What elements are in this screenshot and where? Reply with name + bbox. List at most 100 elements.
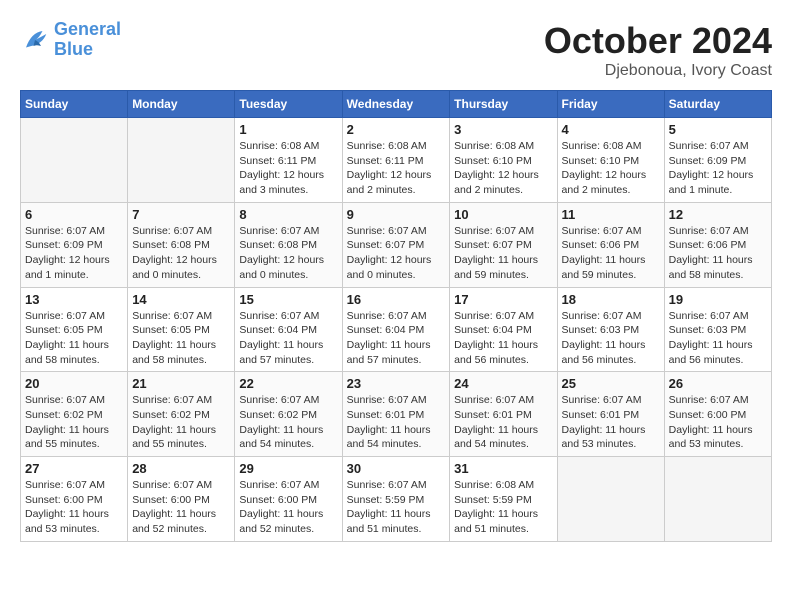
day-cell-3: 3 Sunrise: 6:08 AM Sunset: 6:10 PM Daylig… xyxy=(450,118,557,203)
empty-cell xyxy=(128,118,235,203)
day-cell-2: 2Sunrise: 6:08 AM Sunset: 6:11 PM Daylig… xyxy=(342,118,450,203)
day-number: 1 xyxy=(239,122,337,137)
day-info: Sunrise: 6:07 AM Sunset: 6:09 PM Dayligh… xyxy=(25,224,123,283)
empty-cell xyxy=(21,118,128,203)
day-cell-21: 21 Sunrise: 6:07 AM Sunset: 6:02 PM Dayli… xyxy=(128,372,235,457)
day-cell-28: 28 Sunrise: 6:07 AM Sunset: 6:00 PM Dayli… xyxy=(128,457,235,542)
weekday-header-sunday: Sunday xyxy=(21,91,128,118)
day-number: 17 xyxy=(454,292,552,307)
day-number: 18 xyxy=(562,292,660,307)
day-number: 27 xyxy=(25,461,123,476)
day-info: Sunrise: 6:07 AM Sunset: 6:01 PM Dayligh… xyxy=(347,393,446,452)
day-number: 8 xyxy=(239,207,337,222)
weekday-header-friday: Friday xyxy=(557,91,664,118)
week-row-5: 27 Sunrise: 6:07 AM Sunset: 6:00 PM Dayli… xyxy=(21,457,772,542)
weekday-header-row: SundayMondayTuesdayWednesdayThursdayFrid… xyxy=(21,91,772,118)
day-cell-15: 15 Sunrise: 6:07 AM Sunset: 6:04 PM Dayli… xyxy=(235,287,342,372)
day-number: 5 xyxy=(669,122,767,137)
day-number: 15 xyxy=(239,292,337,307)
day-info: Sunrise: 6:08 AM Sunset: 6:11 PM Dayligh… xyxy=(239,139,337,198)
day-number: 26 xyxy=(669,376,767,391)
logo: General Blue xyxy=(20,20,121,60)
day-cell-18: 18Sunrise: 6:07 AM Sunset: 6:03 PM Dayli… xyxy=(557,287,664,372)
day-number: 19 xyxy=(669,292,767,307)
day-info: Sunrise: 6:07 AM Sunset: 6:00 PM Dayligh… xyxy=(132,478,230,537)
day-cell-27: 27Sunrise: 6:07 AM Sunset: 6:00 PM Dayli… xyxy=(21,457,128,542)
day-cell-26: 26 Sunrise: 6:07 AM Sunset: 6:00 PM Dayli… xyxy=(664,372,771,457)
day-number: 6 xyxy=(25,207,123,222)
week-row-4: 20 Sunrise: 6:07 AM Sunset: 6:02 PM Dayli… xyxy=(21,372,772,457)
day-cell-9: 9 Sunrise: 6:07 AM Sunset: 6:07 PM Daylig… xyxy=(342,202,450,287)
day-number: 16 xyxy=(347,292,446,307)
day-info: Sunrise: 6:07 AM Sunset: 6:04 PM Dayligh… xyxy=(239,309,337,368)
day-info: Sunrise: 6:07 AM Sunset: 6:00 PM Dayligh… xyxy=(239,478,337,537)
day-cell-6: 6 Sunrise: 6:07 AM Sunset: 6:09 PM Daylig… xyxy=(21,202,128,287)
day-number: 14 xyxy=(132,292,230,307)
day-info: Sunrise: 6:07 AM Sunset: 6:01 PM Dayligh… xyxy=(562,393,660,452)
day-number: 29 xyxy=(239,461,337,476)
empty-cell xyxy=(557,457,664,542)
logo-bird-icon xyxy=(20,25,50,55)
day-info: Sunrise: 6:07 AM Sunset: 6:06 PM Dayligh… xyxy=(562,224,660,283)
day-cell-22: 22 Sunrise: 6:07 AM Sunset: 6:02 PM Dayli… xyxy=(235,372,342,457)
day-cell-31: 31 Sunrise: 6:08 AM Sunset: 5:59 PM Dayli… xyxy=(450,457,557,542)
day-cell-16: 16 Sunrise: 6:07 AM Sunset: 6:04 PM Dayli… xyxy=(342,287,450,372)
weekday-header-saturday: Saturday xyxy=(664,91,771,118)
day-info: Sunrise: 6:07 AM Sunset: 5:59 PM Dayligh… xyxy=(347,478,446,537)
day-info: Sunrise: 6:08 AM Sunset: 6:11 PM Dayligh… xyxy=(347,139,446,198)
day-cell-5: 5Sunrise: 6:07 AM Sunset: 6:09 PM Daylig… xyxy=(664,118,771,203)
week-row-1: 1 Sunrise: 6:08 AM Sunset: 6:11 PM Daylig… xyxy=(21,118,772,203)
empty-cell xyxy=(664,457,771,542)
day-cell-10: 10Sunrise: 6:07 AM Sunset: 6:07 PM Dayli… xyxy=(450,202,557,287)
day-cell-25: 25Sunrise: 6:07 AM Sunset: 6:01 PM Dayli… xyxy=(557,372,664,457)
day-number: 9 xyxy=(347,207,446,222)
day-cell-19: 19 Sunrise: 6:07 AM Sunset: 6:03 PM Dayli… xyxy=(664,287,771,372)
page-header: General Blue October 2024 Djebonoua, Ivo… xyxy=(20,20,772,80)
day-info: Sunrise: 6:07 AM Sunset: 6:04 PM Dayligh… xyxy=(347,309,446,368)
day-info: Sunrise: 6:08 AM Sunset: 6:10 PM Dayligh… xyxy=(562,139,660,198)
weekday-header-thursday: Thursday xyxy=(450,91,557,118)
day-info: Sunrise: 6:08 AM Sunset: 6:10 PM Dayligh… xyxy=(454,139,552,198)
weekday-header-tuesday: Tuesday xyxy=(235,91,342,118)
day-info: Sunrise: 6:07 AM Sunset: 6:05 PM Dayligh… xyxy=(25,309,123,368)
day-number: 3 xyxy=(454,122,552,137)
month-title: October 2024 xyxy=(544,20,772,62)
day-cell-12: 12 Sunrise: 6:07 AM Sunset: 6:06 PM Dayli… xyxy=(664,202,771,287)
day-info: Sunrise: 6:07 AM Sunset: 6:01 PM Dayligh… xyxy=(454,393,552,452)
day-number: 21 xyxy=(132,376,230,391)
day-info: Sunrise: 6:07 AM Sunset: 6:03 PM Dayligh… xyxy=(669,309,767,368)
logo-text: General Blue xyxy=(54,20,121,60)
week-row-3: 13 Sunrise: 6:07 AM Sunset: 6:05 PM Dayli… xyxy=(21,287,772,372)
day-info: Sunrise: 6:07 AM Sunset: 6:04 PM Dayligh… xyxy=(454,309,552,368)
day-cell-30: 30 Sunrise: 6:07 AM Sunset: 5:59 PM Dayli… xyxy=(342,457,450,542)
day-info: Sunrise: 6:07 AM Sunset: 6:02 PM Dayligh… xyxy=(239,393,337,452)
day-cell-7: 7Sunrise: 6:07 AM Sunset: 6:08 PM Daylig… xyxy=(128,202,235,287)
day-cell-24: 24Sunrise: 6:07 AM Sunset: 6:01 PM Dayli… xyxy=(450,372,557,457)
day-number: 20 xyxy=(25,376,123,391)
day-number: 12 xyxy=(669,207,767,222)
day-info: Sunrise: 6:07 AM Sunset: 6:08 PM Dayligh… xyxy=(239,224,337,283)
title-section: October 2024 Djebonoua, Ivory Coast xyxy=(544,20,772,80)
day-number: 31 xyxy=(454,461,552,476)
day-number: 22 xyxy=(239,376,337,391)
day-number: 11 xyxy=(562,207,660,222)
day-info: Sunrise: 6:07 AM Sunset: 6:02 PM Dayligh… xyxy=(132,393,230,452)
day-info: Sunrise: 6:07 AM Sunset: 6:02 PM Dayligh… xyxy=(25,393,123,452)
weekday-header-wednesday: Wednesday xyxy=(342,91,450,118)
day-cell-11: 11 Sunrise: 6:07 AM Sunset: 6:06 PM Dayli… xyxy=(557,202,664,287)
day-info: Sunrise: 6:07 AM Sunset: 6:07 PM Dayligh… xyxy=(347,224,446,283)
day-info: Sunrise: 6:08 AM Sunset: 5:59 PM Dayligh… xyxy=(454,478,552,537)
day-number: 28 xyxy=(132,461,230,476)
day-cell-13: 13 Sunrise: 6:07 AM Sunset: 6:05 PM Dayli… xyxy=(21,287,128,372)
day-cell-23: 23 Sunrise: 6:07 AM Sunset: 6:01 PM Dayli… xyxy=(342,372,450,457)
day-number: 23 xyxy=(347,376,446,391)
day-number: 30 xyxy=(347,461,446,476)
location: Djebonoua, Ivory Coast xyxy=(544,62,772,80)
day-cell-29: 29 Sunrise: 6:07 AM Sunset: 6:00 PM Dayli… xyxy=(235,457,342,542)
day-cell-14: 14Sunrise: 6:07 AM Sunset: 6:05 PM Dayli… xyxy=(128,287,235,372)
day-number: 7 xyxy=(132,207,230,222)
day-number: 13 xyxy=(25,292,123,307)
day-number: 10 xyxy=(454,207,552,222)
day-info: Sunrise: 6:07 AM Sunset: 6:06 PM Dayligh… xyxy=(669,224,767,283)
day-info: Sunrise: 6:07 AM Sunset: 6:00 PM Dayligh… xyxy=(669,393,767,452)
